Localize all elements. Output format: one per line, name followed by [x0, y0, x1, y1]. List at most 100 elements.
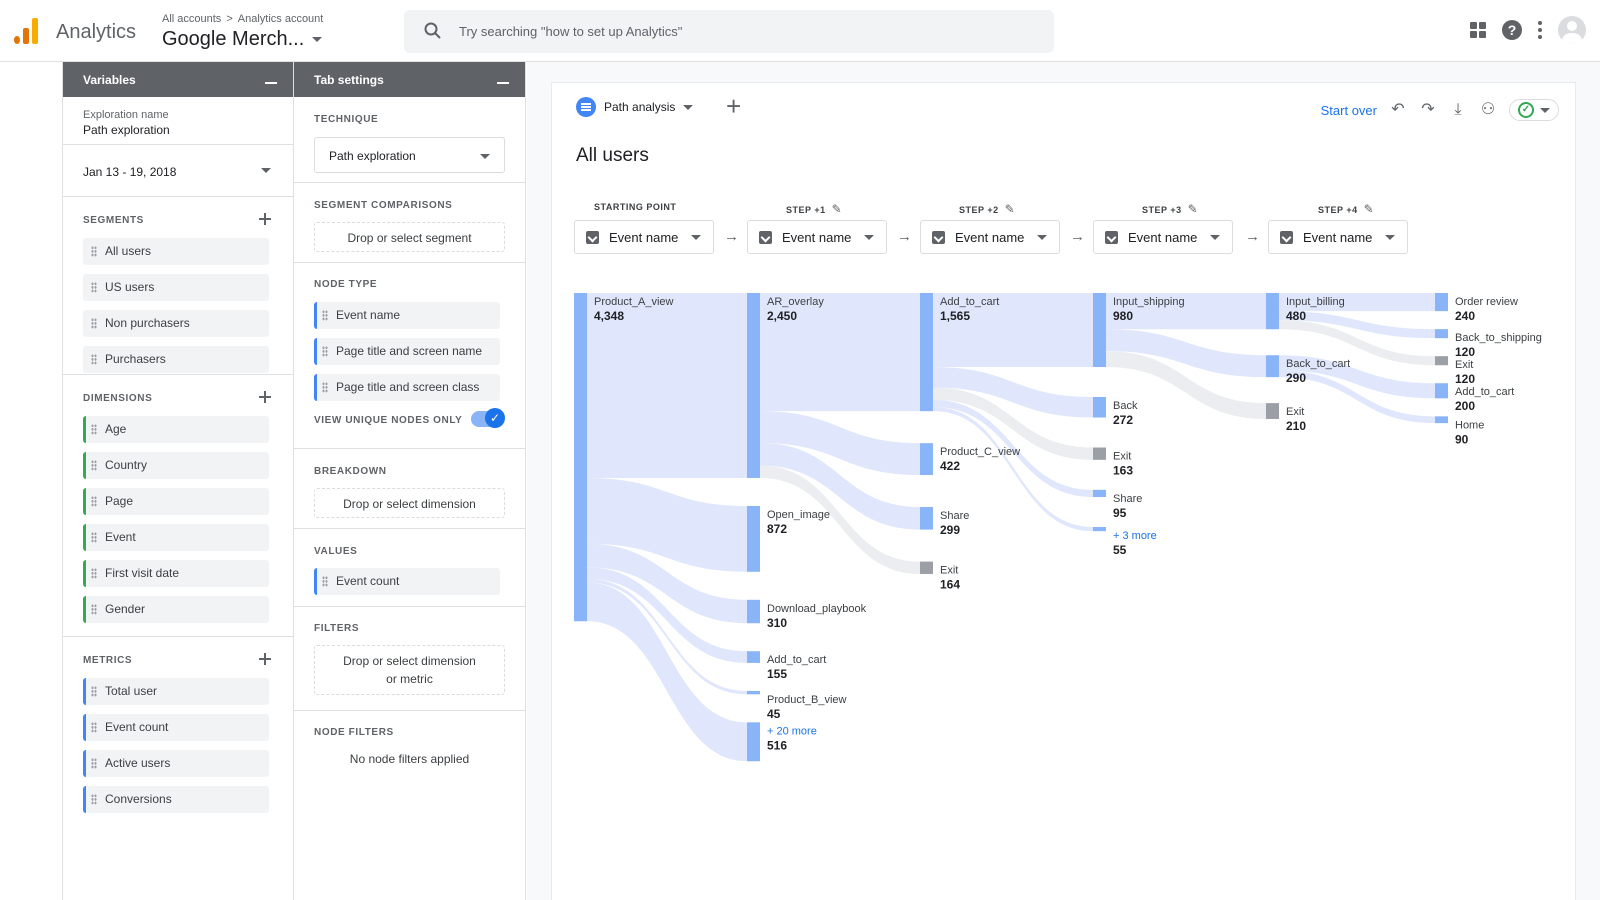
- help-icon[interactable]: ?: [1502, 20, 1522, 40]
- exploration-name-input[interactable]: Path exploration: [83, 123, 273, 137]
- drag-handle-icon[interactable]: [91, 794, 97, 805]
- drag-handle-icon[interactable]: [91, 282, 97, 293]
- more-nodes-link[interactable]: + 3 more: [1113, 530, 1157, 542]
- node-label: Input_shipping: [1113, 296, 1185, 308]
- sankey-node[interactable]: [920, 507, 933, 530]
- app-name: Analytics: [56, 21, 137, 43]
- segment-label: All users: [105, 244, 152, 258]
- sankey-node[interactable]: [920, 561, 933, 574]
- breadcrumb-analytics-account[interactable]: Analytics account: [238, 13, 324, 25]
- sankey-node[interactable]: [1435, 329, 1448, 339]
- sankey-node[interactable]: [1093, 489, 1106, 498]
- breadcrumb-all-accounts[interactable]: All accounts: [162, 13, 221, 25]
- add-metric-icon[interactable]: [259, 653, 271, 665]
- segment-chip[interactable]: Purchasers: [83, 346, 269, 373]
- drag-handle-icon[interactable]: [91, 318, 97, 329]
- drag-handle-icon[interactable]: [91, 686, 97, 697]
- sankey-node[interactable]: [920, 443, 933, 476]
- more-nodes-link[interactable]: + 20 more: [767, 725, 817, 737]
- sankey-node[interactable]: [747, 690, 760, 695]
- drag-handle-icon[interactable]: [91, 354, 97, 365]
- tab-settings-panel: Tab settings TECHNIQUE Path exploration …: [294, 62, 526, 900]
- dimension-chip[interactable]: Country: [83, 452, 269, 479]
- dimension-chip[interactable]: Gender: [83, 596, 269, 623]
- sankey-node[interactable]: [747, 505, 760, 572]
- dimension-chip[interactable]: Age: [83, 416, 269, 443]
- date-range-selector[interactable]: Jan 13 - 19, 2018: [63, 145, 293, 197]
- metric-chip[interactable]: Event count: [83, 714, 269, 741]
- segment-comparisons-section: SEGMENT COMPARISONS Drop or select segme…: [294, 183, 525, 263]
- segment-chip[interactable]: Non purchasers: [83, 310, 269, 337]
- sankey-node[interactable]: [1435, 293, 1448, 312]
- apps-grid-icon[interactable]: [1470, 22, 1486, 38]
- more-vert-icon[interactable]: [1538, 21, 1542, 39]
- avatar[interactable]: [1558, 16, 1586, 44]
- metric-chip[interactable]: Total user: [83, 678, 269, 705]
- sankey-node[interactable]: [920, 293, 933, 412]
- search-placeholder: Try searching "how to set up Analytics": [459, 24, 683, 39]
- node-value: 240: [1455, 309, 1475, 323]
- node-type-chip[interactable]: Page title and screen class: [314, 374, 500, 401]
- dimension-label: Page: [105, 494, 134, 508]
- node-value: 980: [1113, 309, 1133, 323]
- drag-handle-icon[interactable]: [91, 568, 97, 579]
- segment-chip[interactable]: All users: [83, 238, 269, 265]
- collapse-tab-settings-icon[interactable]: [497, 82, 509, 84]
- sankey-node[interactable]: [1266, 403, 1279, 419]
- node-type-section: NODE TYPE Event name Page title and scre…: [294, 263, 525, 449]
- dimension-chip[interactable]: Page: [83, 488, 269, 515]
- search-bar[interactable]: Try searching "how to set up Analytics": [404, 10, 1054, 53]
- sankey-node[interactable]: [1093, 527, 1106, 532]
- drag-handle-icon[interactable]: [91, 496, 97, 507]
- node-value: 164: [940, 578, 960, 592]
- filters-dropzone[interactable]: Drop or select dimension or metric: [314, 645, 505, 695]
- metric-chip[interactable]: Active users: [83, 750, 269, 777]
- value-chip[interactable]: Event count: [314, 568, 500, 595]
- breakdown-title: BREAKDOWN: [314, 466, 387, 477]
- technique-select[interactable]: Path exploration: [314, 137, 505, 173]
- drag-handle-icon[interactable]: [91, 424, 97, 435]
- sankey-node[interactable]: [747, 651, 760, 663]
- metric-label: Conversions: [105, 792, 172, 806]
- drag-handle-icon[interactable]: [91, 246, 97, 257]
- sankey-node[interactable]: [1266, 355, 1279, 378]
- sankey-node[interactable]: [747, 722, 760, 762]
- breakdown-dropzone[interactable]: Drop or select dimension: [314, 488, 505, 518]
- drag-handle-icon[interactable]: [91, 460, 97, 471]
- drag-handle-icon[interactable]: [322, 346, 328, 357]
- drag-handle-icon[interactable]: [322, 310, 328, 321]
- drag-handle-icon[interactable]: [322, 576, 328, 587]
- sankey-node[interactable]: [1266, 293, 1279, 330]
- metric-chip[interactable]: Conversions: [83, 786, 269, 813]
- sankey-node[interactable]: [1093, 447, 1106, 460]
- dimension-chip[interactable]: Event: [83, 524, 269, 551]
- sankey-node[interactable]: [1093, 396, 1106, 418]
- sankey-node[interactable]: [1093, 293, 1106, 367]
- unique-nodes-toggle[interactable]: [471, 408, 505, 428]
- segment-dropzone[interactable]: Drop or select segment: [314, 222, 505, 252]
- filters-dropzone-line-1: Drop or select dimension: [343, 654, 476, 668]
- drag-handle-icon[interactable]: [91, 532, 97, 543]
- variables-title: Variables: [83, 73, 136, 87]
- sankey-node[interactable]: [747, 599, 760, 624]
- sankey-node[interactable]: [1435, 383, 1448, 399]
- add-dimension-icon[interactable]: [259, 391, 271, 403]
- drag-handle-icon[interactable]: [91, 604, 97, 615]
- node-type-label: Page title and screen name: [336, 344, 483, 358]
- analytics-logo-icon[interactable]: [14, 18, 40, 44]
- drag-handle-icon[interactable]: [322, 382, 328, 393]
- sankey-node[interactable]: [1435, 416, 1448, 424]
- drag-handle-icon[interactable]: [91, 722, 97, 733]
- sankey-node[interactable]: [1435, 356, 1448, 366]
- node-type-chip[interactable]: Event name: [314, 302, 500, 329]
- drag-handle-icon[interactable]: [91, 758, 97, 769]
- node-type-chip[interactable]: Page title and screen name: [314, 338, 500, 365]
- sankey-node[interactable]: [747, 293, 760, 478]
- account-selector[interactable]: Google Merch...: [162, 28, 323, 51]
- segment-chip[interactable]: US users: [83, 274, 269, 301]
- dimension-label: First visit date: [105, 566, 180, 580]
- dimension-chip[interactable]: First visit date: [83, 560, 269, 587]
- add-segment-icon[interactable]: [259, 213, 271, 225]
- sankey-node[interactable]: [574, 293, 587, 622]
- collapse-variables-icon[interactable]: [265, 82, 277, 84]
